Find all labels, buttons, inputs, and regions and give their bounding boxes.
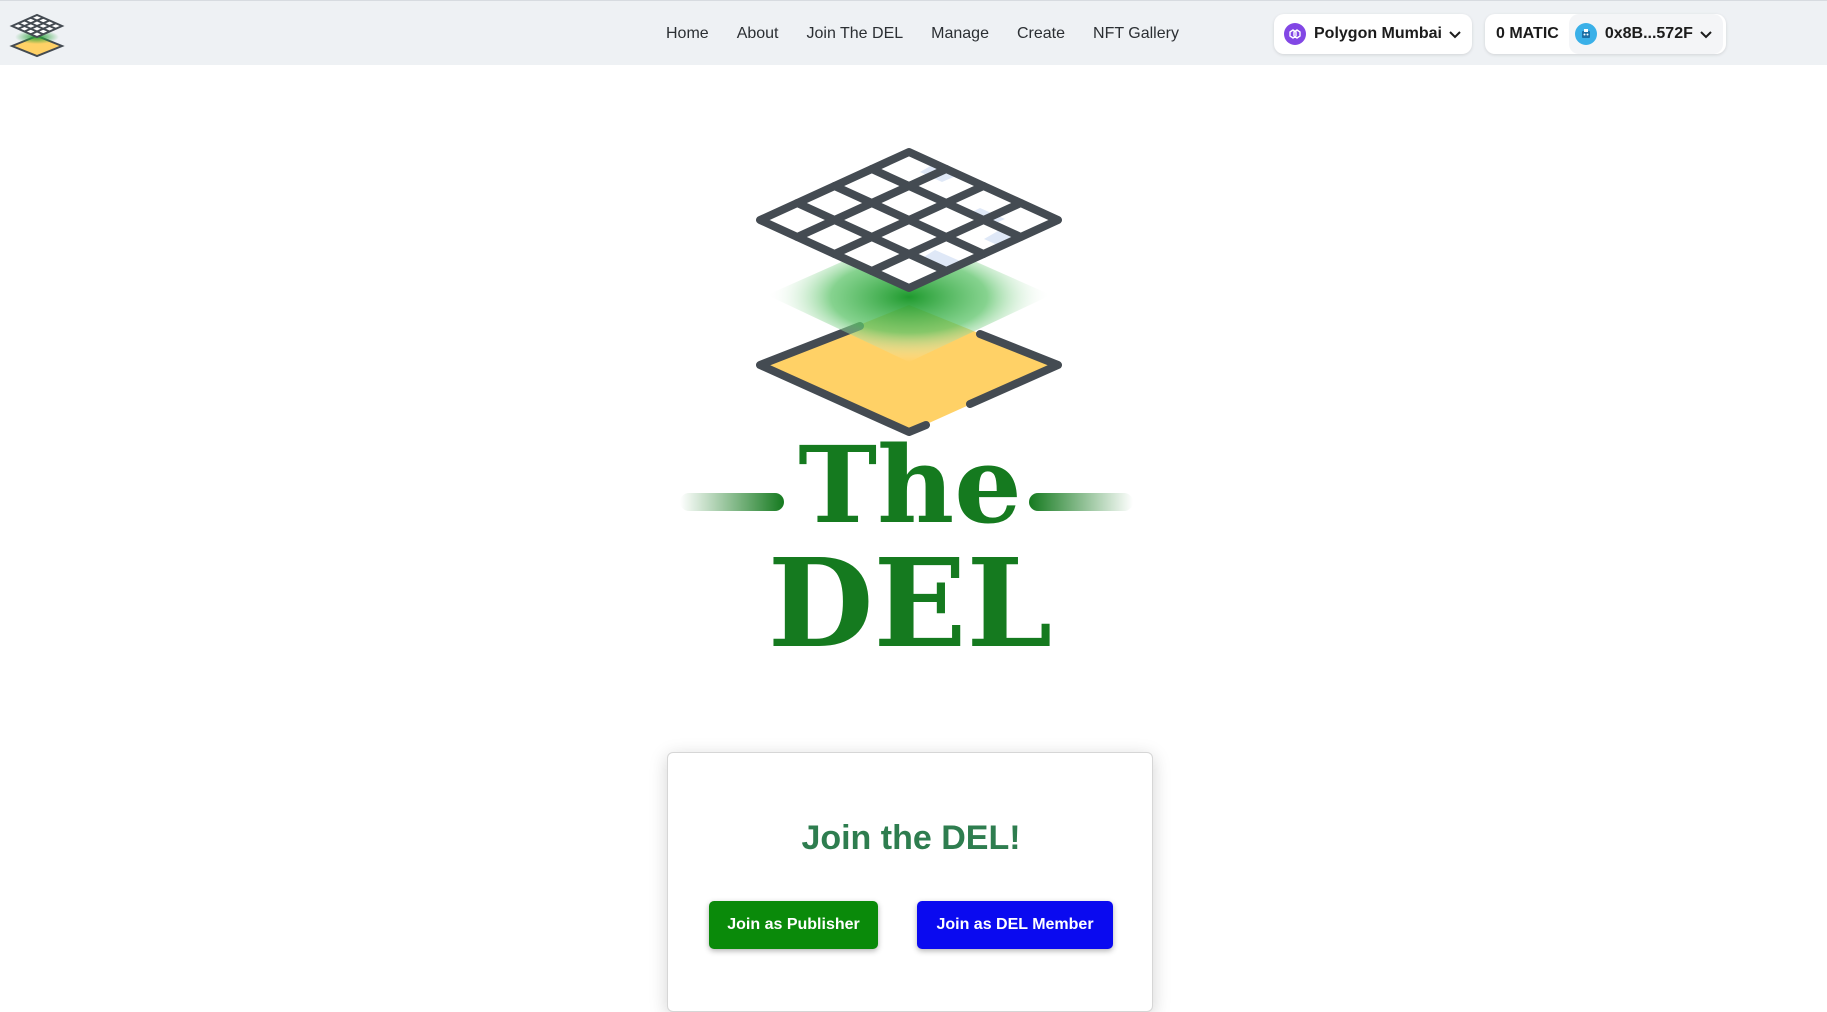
- join-card: Join the DEL! Join as Publisher Join as …: [667, 752, 1153, 1012]
- main-nav: Home About Join The DEL Manage Create NF…: [666, 1, 1179, 66]
- hero-title-del: DEL: [767, 531, 1053, 675]
- join-card-title: Join the DEL!: [801, 819, 1021, 857]
- nav-create-link[interactable]: Create: [1017, 25, 1065, 43]
- nav-home-link[interactable]: Home: [666, 25, 709, 43]
- chevron-down-icon: [1700, 31, 1712, 39]
- nav-about-link[interactable]: About: [737, 25, 779, 43]
- hero-title-the: The: [798, 422, 1022, 547]
- join-as-publisher-button[interactable]: Join as Publisher: [709, 901, 878, 949]
- nav-manage-link[interactable]: Manage: [931, 25, 989, 43]
- nav-join-link[interactable]: Join The DEL: [807, 25, 904, 43]
- network-selector-button[interactable]: Polygon Mumbai: [1274, 14, 1472, 54]
- network-label: Polygon Mumbai: [1314, 25, 1442, 42]
- chevron-down-icon: [1449, 31, 1461, 39]
- the-del-logo-icon[interactable]: [9, 9, 65, 59]
- wallet-avatar-icon: [1574, 23, 1597, 45]
- account-address-box[interactable]: 0x8B...572F: [1568, 14, 1723, 54]
- wallet-balance: 0 MATIC: [1496, 25, 1559, 42]
- wallet-address: 0x8B...572F: [1604, 25, 1693, 42]
- wallet-button[interactable]: 0 MATIC 0x8B...572F: [1485, 14, 1726, 54]
- nav-nft-gallery-link[interactable]: NFT Gallery: [1093, 25, 1179, 43]
- top-navbar: Home About Join The DEL Manage Create NF…: [0, 0, 1827, 65]
- join-as-member-button[interactable]: Join as DEL Member: [917, 901, 1113, 949]
- polygon-icon: [1284, 23, 1306, 45]
